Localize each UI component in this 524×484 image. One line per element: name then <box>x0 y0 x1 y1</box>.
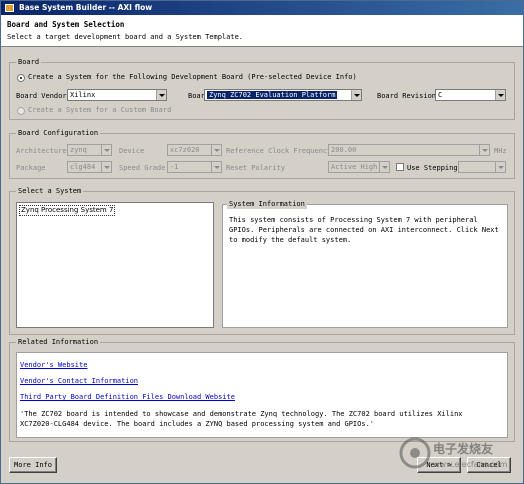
reset-polarity-value: Active High <box>331 163 378 171</box>
reset-polarity-label: Reset Polarity <box>226 164 286 172</box>
title-bar: Base System Builder -- AXI flow <box>1 1 523 15</box>
cancel-button[interactable]: Cancel <box>467 457 511 473</box>
architecture-select[interactable]: zynq <box>67 144 112 156</box>
related-information-group: Related Information Vendor's Website Ven… <box>9 338 515 442</box>
chevron-down-icon[interactable] <box>479 145 489 155</box>
package-label: Package <box>16 164 46 172</box>
board-vendor-label: Board Vendor <box>16 92 67 100</box>
speed-grade-select[interactable]: -1 <box>167 161 222 173</box>
system-info-label: System Information <box>227 200 307 209</box>
board-config-group-label: Board Configuration <box>16 129 101 138</box>
window-title: Base System Builder -- AXI flow <box>19 3 153 12</box>
chevron-down-icon[interactable] <box>351 90 361 100</box>
more-info-button[interactable]: More Info <box>9 457 57 473</box>
chevron-down-icon[interactable] <box>101 145 111 155</box>
system-list[interactable]: Zynq Processing System 7 <box>16 202 214 328</box>
speed-grade-value: -1 <box>170 163 179 171</box>
architecture-value: zynq <box>70 146 87 154</box>
ref-clock-select[interactable]: 200.00 <box>328 144 490 156</box>
device-value: xc7z020 <box>170 146 200 154</box>
dev-board-radio[interactable] <box>17 74 25 82</box>
reset-polarity-select[interactable]: Active High <box>328 161 390 173</box>
use-stepping-checkbox[interactable] <box>396 163 404 171</box>
board-configuration-group: Board Configuration Architecture zynq De… <box>9 129 515 179</box>
dev-board-radio-label: Create a System for the Following Develo… <box>28 73 357 81</box>
page-subtitle: Select a target development board and a … <box>7 33 244 41</box>
system-info-text: This system consists of Processing Syste… <box>229 216 499 244</box>
related-group-label: Related Information <box>16 338 101 347</box>
system-information-panel: System Information This system consists … <box>222 200 508 328</box>
board-revision-label: Board Revision <box>377 92 437 100</box>
board-revision-select[interactable]: C <box>435 89 506 101</box>
speed-grade-label: Speed Grade <box>119 164 166 172</box>
chevron-down-icon[interactable] <box>495 90 505 100</box>
ref-clock-unit: MHz <box>494 147 507 155</box>
custom-board-radio[interactable] <box>17 107 25 115</box>
vendor-website-link[interactable]: Vendor's Website <box>20 361 87 370</box>
package-select[interactable]: clg484 <box>67 161 112 173</box>
board-description: 'The ZC702 board is intended to showcase… <box>20 410 463 428</box>
board-name-value: Zynq ZC702 Evaluation Platform <box>207 91 338 99</box>
package-value: clg484 <box>70 163 96 171</box>
board-name-select[interactable]: Zynq ZC702 Evaluation Platform <box>204 89 362 101</box>
stepping-select[interactable] <box>458 161 506 173</box>
board-vendor-value: Xilinx <box>70 91 96 99</box>
board-group: Board Create a System for the Following … <box>9 58 515 120</box>
device-label: Device <box>119 147 145 155</box>
board-group-label: Board <box>16 58 42 67</box>
watermark-text: 电子发烧友 <box>433 441 493 456</box>
vendor-contact-link[interactable]: Vendor's Contact Information <box>20 377 138 386</box>
chevron-down-icon[interactable] <box>211 145 221 155</box>
related-info-box: Vendor's Website Vendor's Contact Inform… <box>16 352 508 438</box>
use-stepping-label: Use Stepping <box>407 164 458 172</box>
bsb-dialog-window: Base System Builder -- AXI flow Board an… <box>0 0 524 484</box>
board-vendor-select[interactable]: Xilinx <box>67 89 167 101</box>
next-button[interactable]: Next > <box>417 457 461 473</box>
wizard-header: Board and System Selection Select a targ… <box>1 15 523 47</box>
select-system-group-label: Select a System <box>16 187 84 196</box>
board-revision-value: C <box>438 91 443 99</box>
third-party-download-link[interactable]: Third Party Board Definition Files Downl… <box>20 393 235 402</box>
chevron-down-icon[interactable] <box>101 162 111 172</box>
system-list-item[interactable]: Zynq Processing System 7 <box>19 205 116 216</box>
chevron-down-icon[interactable] <box>156 90 166 100</box>
ref-clock-label: Reference Clock Frequency <box>226 147 332 155</box>
chevron-down-icon[interactable] <box>379 162 389 172</box>
select-system-group: Select a System Zynq Processing System 7… <box>9 187 515 335</box>
architecture-label: Architecture <box>16 147 67 155</box>
app-icon <box>5 4 14 12</box>
ref-clock-value: 200.00 <box>331 146 357 154</box>
chevron-down-icon[interactable] <box>211 162 221 172</box>
chevron-down-icon[interactable] <box>495 162 505 172</box>
page-title: Board and System Selection <box>7 20 125 29</box>
custom-board-radio-label: Create a System for a Custom Board <box>28 106 172 114</box>
device-select[interactable]: xc7z020 <box>167 144 222 156</box>
